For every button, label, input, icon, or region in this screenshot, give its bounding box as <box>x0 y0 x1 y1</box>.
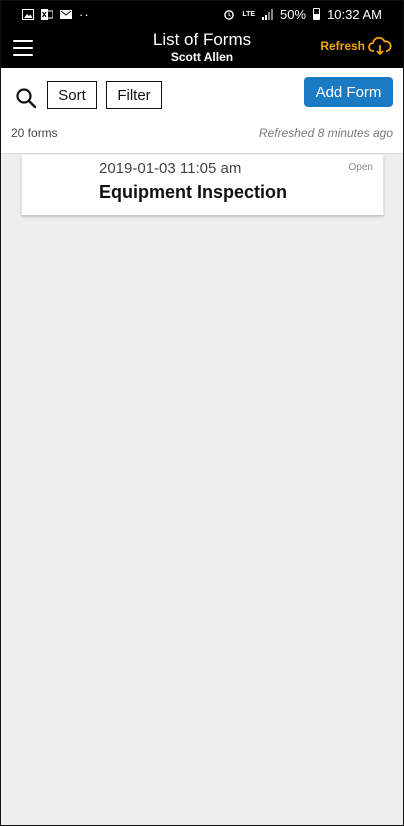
clock: 10:32 AM <box>327 6 382 22</box>
status-bar: ·· LTE 50% 10:32 AM <box>0 0 404 28</box>
excel-icon <box>41 8 53 20</box>
battery-percent: 50% <box>280 6 307 22</box>
form-title: Equipment Inspection <box>99 182 288 202</box>
refresh-button[interactable]: Refresh <box>320 36 392 56</box>
network-type: LTE <box>242 10 256 18</box>
status-badge: Open <box>348 162 373 173</box>
battery-icon <box>313 8 321 20</box>
last-refreshed: Refreshed 8 minutes ago <box>258 126 393 140</box>
alarm-icon <box>224 9 235 20</box>
form-count: 20 forms <box>11 126 58 140</box>
filter-button[interactable]: Filter <box>106 81 162 109</box>
image-icon <box>22 8 34 20</box>
app-header: List of Forms Scott Allen Refresh <box>0 28 404 68</box>
cloud-download-icon <box>368 36 392 56</box>
sort-button[interactable]: Sort <box>47 81 97 109</box>
search-icon[interactable] <box>15 87 37 109</box>
status-left: ·· <box>22 8 90 21</box>
signal-icon <box>262 8 274 20</box>
notification-dots: ·· <box>79 6 90 22</box>
add-form-button[interactable]: Add Form <box>304 77 393 107</box>
status-right: LTE 50% 10:32 AM <box>223 7 382 22</box>
email-icon <box>60 9 72 19</box>
refresh-label: Refresh <box>320 39 365 53</box>
toolbar: Sort Filter Add Form 20 forms Refreshed … <box>0 68 404 154</box>
list-item[interactable]: 2019-01-03 11:05 am Equipment Inspection… <box>21 155 384 215</box>
form-datetime: 2019-01-03 11:05 am <box>99 160 242 177</box>
